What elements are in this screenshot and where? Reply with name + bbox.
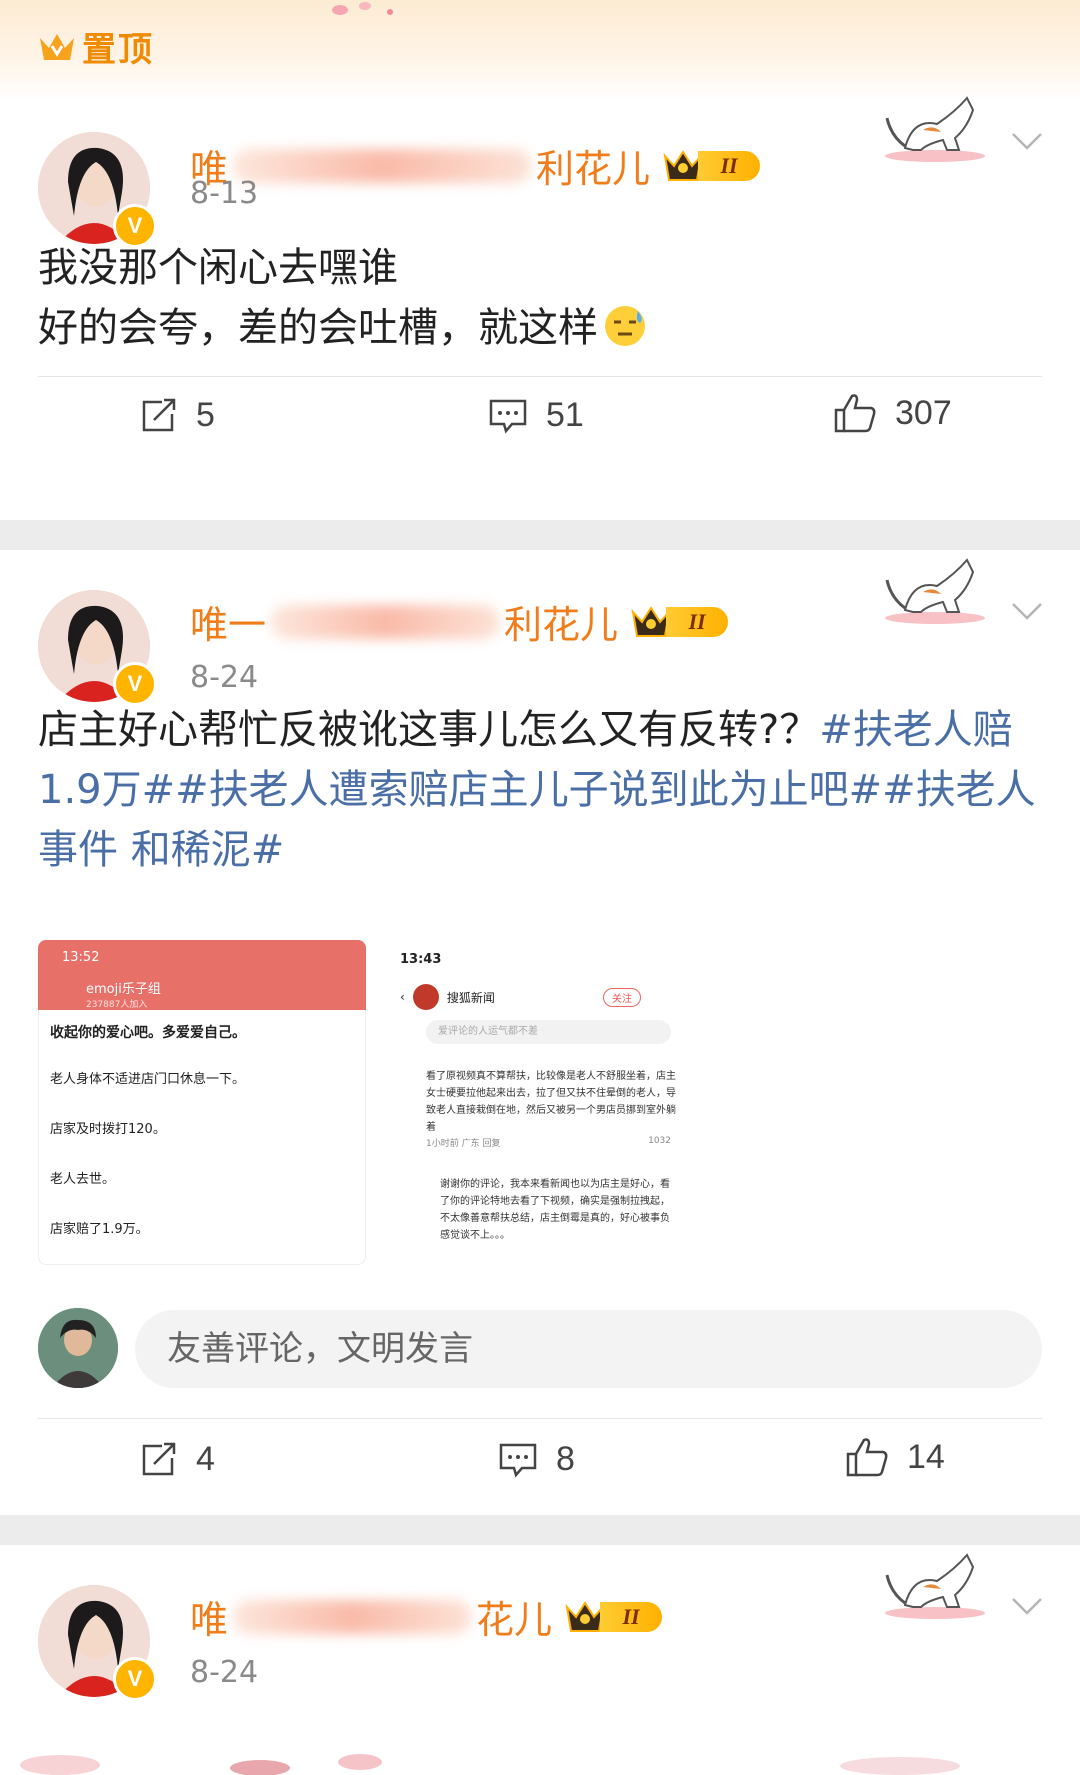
- cat-decoration-icon: [885, 558, 985, 624]
- screenshot-group-members: 237887人加入: [86, 1000, 148, 1010]
- screenshot-group-name: emoji乐子组: [86, 982, 161, 997]
- screenshot-meta-left: 1小时前 广东 回复: [426, 1139, 501, 1149]
- action-bar: 5 51 307: [0, 388, 1080, 448]
- username-blur: [232, 1599, 473, 1634]
- screenshot-source: ‹ 搜狐新闻: [400, 984, 495, 1010]
- verified-badge: V: [113, 1657, 157, 1701]
- my-avatar[interactable]: [38, 1308, 118, 1388]
- level-label: II: [666, 606, 729, 637]
- image-grid: 13:52 emoji乐子组 237887人加入 收起你的爱心吧。多爱爱自己。 …: [38, 940, 698, 1265]
- screenshot-line: 老人身体不适进店门口休息一下。: [50, 1072, 246, 1087]
- cat-decoration-icon: [885, 1553, 985, 1619]
- action-bar: 4 8 14: [0, 1432, 1080, 1492]
- crown-icon: [40, 33, 74, 60]
- screenshot-time: 13:43: [400, 952, 442, 967]
- content-line: 好的会夸，差的会吐槽，就这样: [38, 298, 1038, 358]
- image-thumbnail[interactable]: 13:52 emoji乐子组 237887人加入 收起你的爱心吧。多爱爱自己。 …: [38, 940, 366, 1265]
- username-prefix: 唯: [190, 1598, 229, 1642]
- screenshot-search: 爱评论的人运气都不差: [426, 1020, 671, 1044]
- pinned-badge: 置顶: [38, 22, 154, 71]
- divider: [38, 376, 1042, 377]
- post-card[interactable]: V 唯一 利花儿 II 8-24 店主好心帮忙反被讹这事儿怎么又有反转?？#扶老…: [0, 550, 1080, 1515]
- content-line: 我没那个闲心去嘿谁: [38, 245, 398, 291]
- sweat-face-emoji-icon: [605, 306, 645, 346]
- bottom-petals-decoration: [20, 1754, 960, 1775]
- divider: [38, 1418, 1042, 1419]
- username-suffix: 利花儿: [504, 603, 619, 647]
- post-date: 8-24: [190, 660, 259, 695]
- comment-button[interactable]: 8: [498, 1440, 575, 1479]
- pinned-header: 置顶: [0, 0, 1080, 100]
- level-label: II: [698, 150, 761, 181]
- source-logo-icon: [412, 984, 439, 1010]
- screenshot-group: emoji乐子组 237887人加入: [86, 978, 161, 1010]
- username[interactable]: 唯 花儿 II: [190, 1589, 663, 1644]
- back-arrow-icon: ‹: [400, 990, 405, 1004]
- thumbs-up-icon: [846, 1438, 888, 1477]
- screenshot-meta-likes: 1032: [648, 1136, 671, 1146]
- screenshot-line: 店家及时拨打120。: [50, 1122, 166, 1137]
- member-level-badge[interactable]: II: [564, 1599, 663, 1635]
- like-button[interactable]: 307: [833, 392, 952, 434]
- comment-icon: [499, 1443, 537, 1478]
- post-card[interactable]: V 唯 花儿 II 8-24: [0, 1545, 1080, 1775]
- repost-button[interactable]: 5: [140, 396, 215, 435]
- screenshot-source-name: 搜狐新闻: [446, 990, 495, 1005]
- repost-button[interactable]: 4: [140, 1440, 215, 1479]
- repost-icon: [142, 398, 176, 431]
- pinned-label: 置顶: [82, 31, 154, 69]
- my-avatar-image: [38, 1308, 118, 1388]
- comment-count: 51: [546, 396, 584, 434]
- weibo-feed: 置顶 V 唯 利花儿 II 8-13 我没那个闲心去嘿谁 好的会夸，差的会吐槽，…: [0, 0, 1080, 1775]
- content-line-text: 好的会夸，差的会吐槽，就这样: [38, 305, 598, 351]
- petals-decoration: [332, 2, 393, 15]
- chevron-down-icon[interactable]: [1010, 1595, 1044, 1617]
- username-prefix: 唯一: [190, 603, 267, 647]
- cat-decoration-icon: [885, 96, 985, 162]
- screenshot-line: 收起你的爱心吧。多爱爱自己。: [50, 1025, 246, 1041]
- screenshot-comment: 谢谢你的评论，我本来看新闻也以为店主是好心，看了你的评论特地去看了下视频，确实是…: [440, 1179, 670, 1241]
- comment-icon: [489, 399, 527, 434]
- post-date: 8-13: [190, 176, 259, 211]
- chevron-down-icon[interactable]: [1010, 130, 1044, 152]
- post-card[interactable]: V 唯 利花儿 II 8-13 我没那个闲心去嘿谁 好的会夸，差的会吐槽，就这样…: [0, 96, 1080, 520]
- repost-icon: [142, 1442, 176, 1475]
- like-count: 14: [907, 1437, 945, 1476]
- screenshot-header: 13:52 emoji乐子组 237887人加入: [38, 940, 366, 1010]
- comment-button[interactable]: 51: [488, 396, 584, 435]
- username-blur: [270, 604, 501, 639]
- member-level-badge[interactable]: II: [662, 148, 761, 184]
- screenshot-meta: 1小时前 广东 回复 1032: [426, 1136, 671, 1149]
- username[interactable]: 唯 利花儿 II: [190, 138, 761, 193]
- like-count: 307: [895, 393, 952, 432]
- username[interactable]: 唯一 利花儿 II: [190, 594, 729, 649]
- post-date: 8-24: [190, 1655, 259, 1690]
- image-thumbnail[interactable]: 13:43 ‹ 搜狐新闻 关注 爱评论的人运气都不差 看了原视频真不算帮扶，比较…: [378, 940, 698, 1265]
- content-text: 店主好心帮忙反被讹这事儿怎么又有反转?？: [38, 707, 820, 753]
- username-blur: [232, 148, 533, 183]
- screenshot-follow: 关注: [603, 988, 641, 1007]
- screenshot-line: 店家赔了1.9万。: [50, 1222, 149, 1237]
- post-content: 店主好心帮忙反被讹这事儿怎么又有反转?？#扶老人赔1.9万##扶老人遭索赔店主儿…: [38, 700, 1038, 880]
- repost-count: 4: [196, 1440, 215, 1478]
- screenshot-line: 老人去世。: [50, 1172, 116, 1187]
- screenshot-time: 13:52: [62, 950, 100, 965]
- repost-count: 5: [196, 396, 215, 434]
- like-button[interactable]: 14: [845, 1436, 945, 1478]
- member-level-badge[interactable]: II: [630, 604, 729, 640]
- comment-count: 8: [556, 1440, 575, 1478]
- screenshot-comment: 看了原视频真不算帮扶，比较像是老人不舒服坐着，店主女士硬要拉他起来出去，拉了但又…: [426, 1071, 676, 1133]
- comment-input[interactable]: 友善评论，文明发言: [135, 1310, 1042, 1388]
- chevron-down-icon[interactable]: [1010, 600, 1044, 622]
- level-label: II: [600, 1601, 663, 1632]
- username-suffix: 利花儿: [536, 147, 651, 191]
- post-content: 我没那个闲心去嘿谁 好的会夸，差的会吐槽，就这样: [38, 238, 1038, 358]
- username-suffix: 花儿: [476, 1598, 553, 1642]
- thumbs-up-icon: [834, 394, 876, 433]
